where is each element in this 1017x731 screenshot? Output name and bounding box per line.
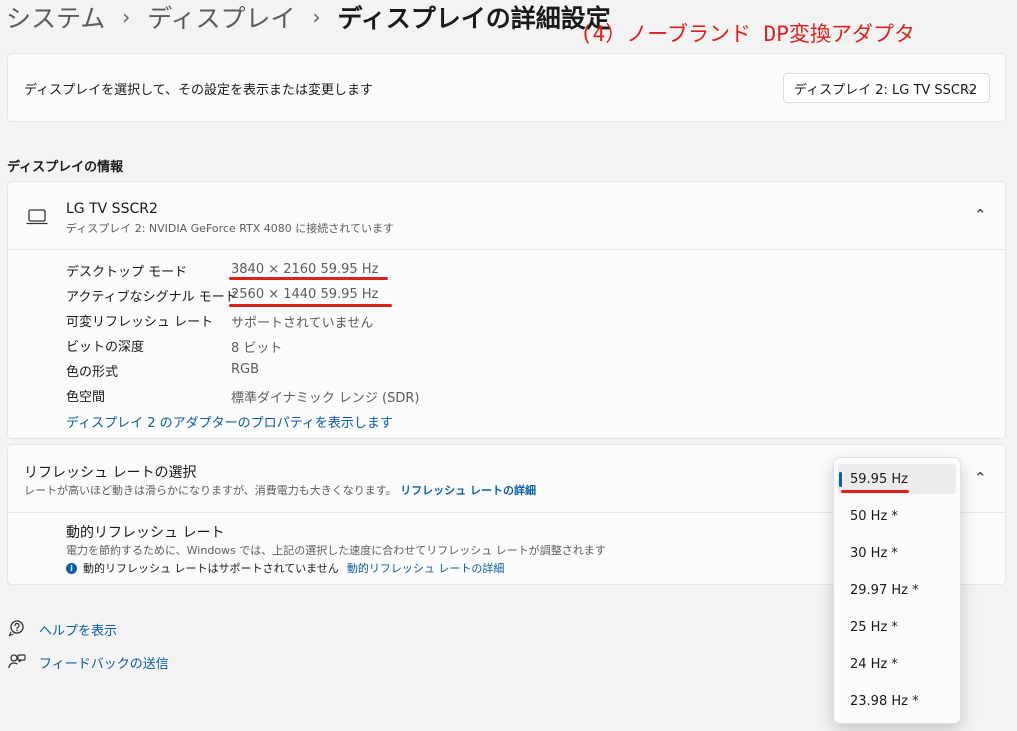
refresh-option[interactable]: 50 Hz * [838, 501, 956, 531]
laptop-icon [26, 209, 48, 225]
chevron-up-icon[interactable]: ⌃ [974, 206, 987, 224]
device-subtitle: ディスプレイ 2: NVIDIA GeForce RTX 4080 に接続されて… [66, 222, 394, 235]
selection-indicator [839, 472, 842, 487]
dynamic-refresh-subtitle: 電力を節約するために、Windows では、上記の選択した速度に合わせてリフレッ… [66, 544, 606, 557]
chevron-up-icon[interactable]: ⌃ [974, 469, 987, 487]
page-title: ディスプレイの詳細設定 [337, 4, 611, 33]
breadcrumb-system[interactable]: システム [6, 0, 105, 35]
display-select-value: ディスプレイ 2: LG TV SSCR2 [794, 82, 978, 98]
device-name: LG TV SSCR2 [66, 201, 158, 217]
refresh-option-label: 59.95 Hz [850, 471, 908, 487]
color-space-value: 標準ダイナミック レンジ (SDR) [231, 391, 420, 406]
refresh-rate-subtitle: レートが高いほど動きは滑らかになりますが、消費電力も大きくなります。 リフレッシ… [24, 482, 536, 498]
select-display-label: ディスプレイを選択して、その設定を表示または変更します [24, 83, 374, 98]
select-display-card: ディスプレイを選択して、その設定を表示または変更します ディスプレイ 2: LG… [7, 53, 1006, 122]
variable-refresh-label: 可変リフレッシュ レート [66, 315, 214, 330]
dynamic-refresh-note: i 動的リフレッシュ レートはサポートされていません 動的リフレッシュ レートの… [66, 560, 504, 576]
refresh-rate-description: レートが高いほど動きは滑らかになりますが、消費電力も大きくなります。 [24, 484, 397, 497]
feedback-link[interactable]: フィードバックの送信 [39, 653, 169, 672]
feedback-icon [8, 654, 26, 669]
refresh-option-label: 25 Hz * [850, 619, 898, 635]
display-select-dropdown[interactable]: ディスプレイ 2: LG TV SSCR2 ⌵ [783, 73, 990, 103]
red-underline [841, 490, 909, 493]
divider [8, 249, 1005, 250]
refresh-option-label: 23.98 Hz * [850, 693, 919, 709]
color-format-label: 色の形式 [66, 365, 119, 380]
red-underline [229, 277, 388, 280]
breadcrumb-display[interactable]: ディスプレイ [147, 0, 295, 35]
refresh-rate-details-link[interactable]: リフレッシュ レートの詳細 [400, 484, 536, 497]
active-signal-mode-value: 2560 × 1440 59.95 Hz [231, 287, 379, 302]
display-info-heading: ディスプレイの情報 [7, 160, 124, 175]
desktop-mode-value: 3840 × 2160 59.95 Hz [231, 262, 379, 277]
refresh-option[interactable]: 30 Hz * [838, 538, 956, 568]
refresh-option[interactable]: 29.97 Hz * [838, 575, 956, 605]
active-signal-mode-label: アクティブなシグナル モード [66, 290, 238, 305]
refresh-option-label: 24 Hz * [850, 656, 898, 672]
help-icon [8, 620, 24, 637]
red-annotation: (4）ノーブランド DP変換アダプタ [580, 22, 915, 46]
dynamic-refresh-details-link[interactable]: 動的リフレッシュ レートの詳細 [347, 560, 505, 576]
help-link[interactable]: ヘルプを表示 [39, 620, 117, 639]
refresh-option[interactable]: 24 Hz * [838, 649, 956, 679]
refresh-option-label: 50 Hz * [850, 508, 898, 524]
bit-depth-value: 8 ビット [231, 341, 283, 356]
adapter-properties-link[interactable]: ディスプレイ 2 のアダプターのプロパティを表示します [66, 412, 393, 431]
breadcrumb: システム › ディスプレイ › ディスプレイの詳細設定 [6, 0, 611, 34]
breadcrumb-separator: › [122, 5, 131, 29]
display-info-card: LG TV SSCR2 ディスプレイ 2: NVIDIA GeForce RTX… [7, 181, 1006, 439]
breadcrumb-separator: › [312, 5, 321, 29]
chevron-down-icon: ⌵ [965, 81, 975, 95]
desktop-mode-label: デスクトップ モード [66, 265, 188, 280]
color-space-label: 色空間 [66, 390, 106, 405]
refresh-option[interactable]: 25 Hz * [838, 612, 956, 642]
red-underline [229, 304, 392, 307]
refresh-rate-title: リフレッシュ レートの選択 [24, 465, 197, 481]
variable-refresh-value: サポートされていません [231, 316, 374, 331]
refresh-rate-menu: 59.95 Hz 50 Hz * 30 Hz * 29.97 Hz * 25 H… [833, 457, 961, 724]
refresh-option-label: 30 Hz * [850, 545, 898, 561]
dynamic-refresh-title: 動的リフレッシュ レート [66, 525, 225, 541]
bit-depth-label: ビットの深度 [66, 340, 145, 355]
info-icon: i [66, 562, 77, 574]
refresh-option-label: 29.97 Hz * [850, 582, 919, 598]
dynamic-refresh-note-text: 動的リフレッシュ レートはサポートされていません [83, 562, 339, 575]
color-format-value: RGB [231, 362, 260, 377]
refresh-option[interactable]: 23.98 Hz * [838, 686, 956, 716]
